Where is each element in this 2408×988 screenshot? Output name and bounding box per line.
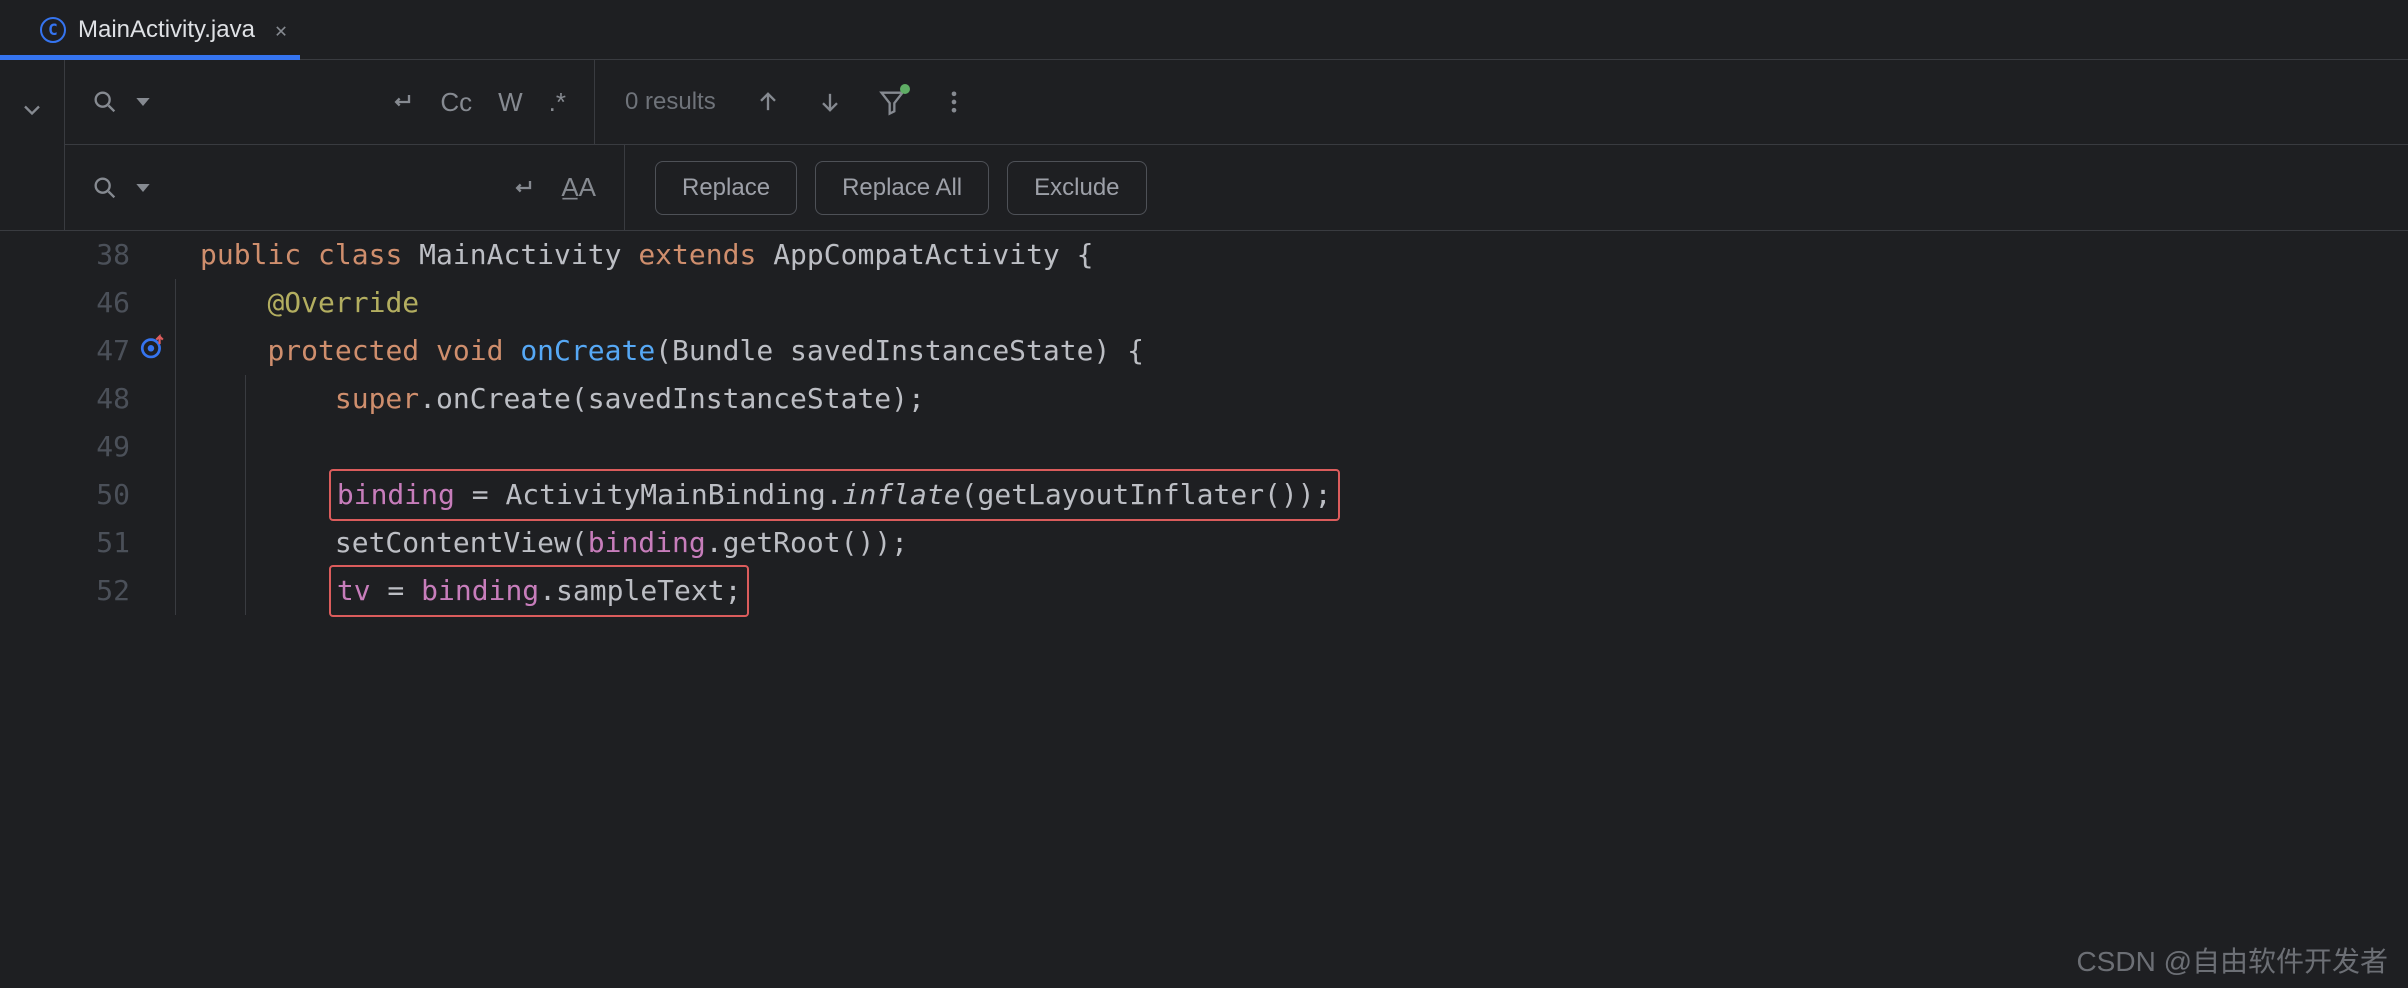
find-input-box[interactable]: Cc W .* — [65, 60, 595, 144]
code-line: super.onCreate(savedInstanceState); — [200, 375, 1340, 423]
line-gutter: 38 46 47 48 49 50 51 52 — [0, 231, 170, 615]
line-number-text: 47 — [96, 327, 130, 375]
code-line: setContentView(binding.getRoot()); — [200, 519, 1340, 567]
filter-active-dot — [900, 84, 910, 94]
replace-all-button[interactable]: Replace All — [815, 161, 989, 215]
history-dropdown-icon[interactable] — [135, 168, 151, 208]
search-icon — [85, 168, 125, 208]
close-tab-icon[interactable]: ✕ — [267, 18, 295, 42]
match-case-toggle[interactable]: Cc — [432, 87, 480, 118]
override-gutter-icon[interactable] — [139, 327, 165, 375]
code-line: tv = binding.sampleText; — [200, 567, 1340, 615]
chevron-down-icon[interactable] — [12, 90, 52, 130]
code-editor[interactable]: 38 46 47 48 49 50 51 52 public class Mai… — [0, 231, 2408, 615]
history-dropdown-icon[interactable] — [135, 82, 151, 122]
code-line: @Override — [200, 279, 1340, 327]
tab-bar: C MainActivity.java ✕ — [0, 0, 2408, 60]
code-line — [200, 423, 1340, 471]
newline-icon[interactable] — [503, 168, 543, 208]
replace-row: A̲A Replace Replace All Exclude — [65, 145, 2408, 230]
replace-button[interactable]: Replace — [655, 161, 797, 215]
code-line: binding = ActivityMainBinding.inflate(ge… — [200, 471, 1340, 519]
code-area[interactable]: public class MainActivity extends AppCom… — [170, 231, 1340, 615]
preserve-case-toggle[interactable]: A̲A — [553, 172, 604, 203]
next-match-icon[interactable] — [810, 82, 850, 122]
indent-guide — [245, 375, 246, 615]
regex-toggle[interactable]: .* — [541, 87, 574, 118]
line-number: 52 — [0, 567, 130, 615]
line-number: 48 — [0, 375, 130, 423]
line-number: 47 — [0, 327, 130, 375]
replace-input-box[interactable]: A̲A — [65, 145, 625, 230]
find-row: Cc W .* 0 results — [65, 60, 2408, 145]
prev-match-icon[interactable] — [748, 82, 788, 122]
replace-buttons: Replace Replace All Exclude — [625, 161, 1147, 215]
tab-filename: MainActivity.java — [78, 16, 255, 44]
line-number: 51 — [0, 519, 130, 567]
code-line: public class MainActivity extends AppCom… — [200, 231, 1340, 279]
line-number: 49 — [0, 423, 130, 471]
exclude-button[interactable]: Exclude — [1007, 161, 1146, 215]
class-file-icon: C — [40, 17, 66, 43]
newline-icon[interactable] — [382, 82, 422, 122]
line-number: 46 — [0, 279, 130, 327]
results-count: 0 results — [625, 88, 716, 116]
whole-word-toggle[interactable]: W — [490, 87, 531, 118]
search-icon — [85, 82, 125, 122]
collapse-column — [0, 60, 65, 230]
active-tab-indicator — [0, 55, 300, 60]
highlight-box: tv = binding.sampleText; — [329, 565, 750, 617]
filter-icon[interactable] — [872, 82, 912, 122]
indent-guide — [175, 279, 176, 615]
highlight-box: binding = ActivityMainBinding.inflate(ge… — [329, 469, 1340, 521]
code-line: protected void onCreate(Bundle savedInst… — [200, 327, 1340, 375]
line-number: 50 — [0, 471, 130, 519]
more-options-icon[interactable] — [934, 82, 974, 122]
line-number: 38 — [0, 231, 130, 279]
results-area: 0 results — [595, 82, 1004, 122]
find-replace-panel: Cc W .* 0 results — [0, 60, 2408, 231]
watermark: CSDN @自由软件开发者 — [2076, 940, 2388, 980]
file-tab[interactable]: C MainActivity.java ✕ — [20, 0, 315, 59]
